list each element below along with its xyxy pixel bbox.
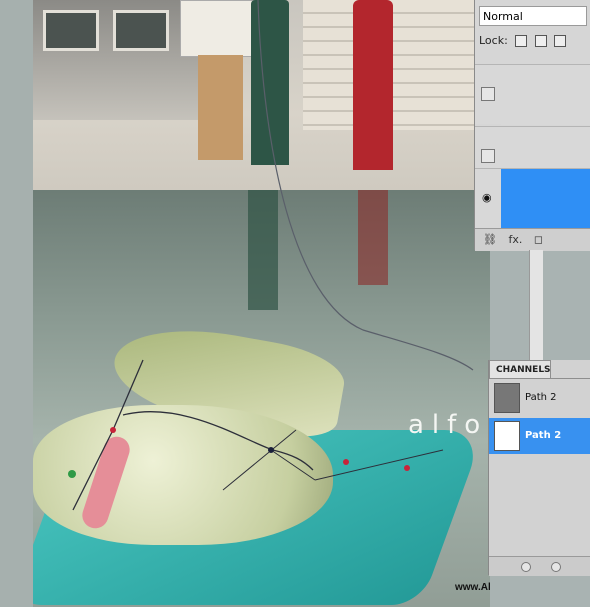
anchor-point[interactable] (343, 459, 349, 465)
load-selection-icon[interactable] (521, 562, 531, 572)
anchor-point[interactable] (268, 447, 274, 453)
channel-thumbnail (494, 421, 520, 451)
visibility-toggle[interactable] (481, 87, 495, 101)
link-icon[interactable]: ⛓ (483, 233, 497, 246)
lock-label: Lock: (479, 34, 508, 47)
layer-row-selected[interactable]: ◉ (475, 168, 590, 229)
path-curve-top[interactable] (257, 0, 474, 371)
document-canvas[interactable]: alfo www.Alfoart.com (33, 0, 490, 607)
anchor-point[interactable] (110, 427, 116, 433)
channel-thumbnail (494, 383, 520, 413)
bezier-path-overlay[interactable] (33, 0, 490, 607)
scrollbar[interactable] (529, 250, 543, 360)
eye-icon[interactable]: ◉ (482, 192, 494, 204)
move-icon[interactable] (554, 35, 567, 47)
visibility-toggle[interactable] (481, 149, 495, 163)
layers-panel: Normal Lock: ◉ ⛓ fx. ◻ (474, 0, 590, 251)
channel-label: Path 2 (525, 392, 557, 403)
layer-row[interactable] (475, 64, 590, 125)
layers-footer: ⛓ fx. ◻ (475, 228, 590, 251)
channels-panel: CHANNELS Path 2 Path 2 (488, 360, 590, 576)
channel-label: Path 2 (525, 430, 562, 441)
lock-row: Lock: (479, 34, 590, 50)
save-selection-icon[interactable] (551, 562, 561, 572)
mask-icon[interactable]: ◻ (534, 233, 543, 246)
lock-transparent-icon[interactable] (515, 35, 528, 47)
watermark-text: alfo (408, 410, 489, 440)
layer-thumbnail (501, 169, 590, 229)
blend-mode-select[interactable]: Normal (479, 6, 587, 26)
channel-row[interactable]: Path 2 (489, 380, 590, 416)
left-gutter (0, 0, 33, 607)
anchor-point[interactable] (404, 465, 410, 471)
channels-footer (489, 556, 590, 576)
path-curve-main[interactable] (72, 359, 314, 511)
channel-row-selected[interactable]: Path 2 (489, 418, 590, 454)
brush-icon[interactable] (534, 35, 547, 47)
tab-channels[interactable]: CHANNELS (489, 360, 551, 378)
layer-thumbnail (501, 65, 590, 125)
fx-icon[interactable]: fx. (508, 233, 522, 246)
site-watermark: www.Alfoart.com (455, 582, 490, 593)
channels-divider (489, 378, 590, 379)
